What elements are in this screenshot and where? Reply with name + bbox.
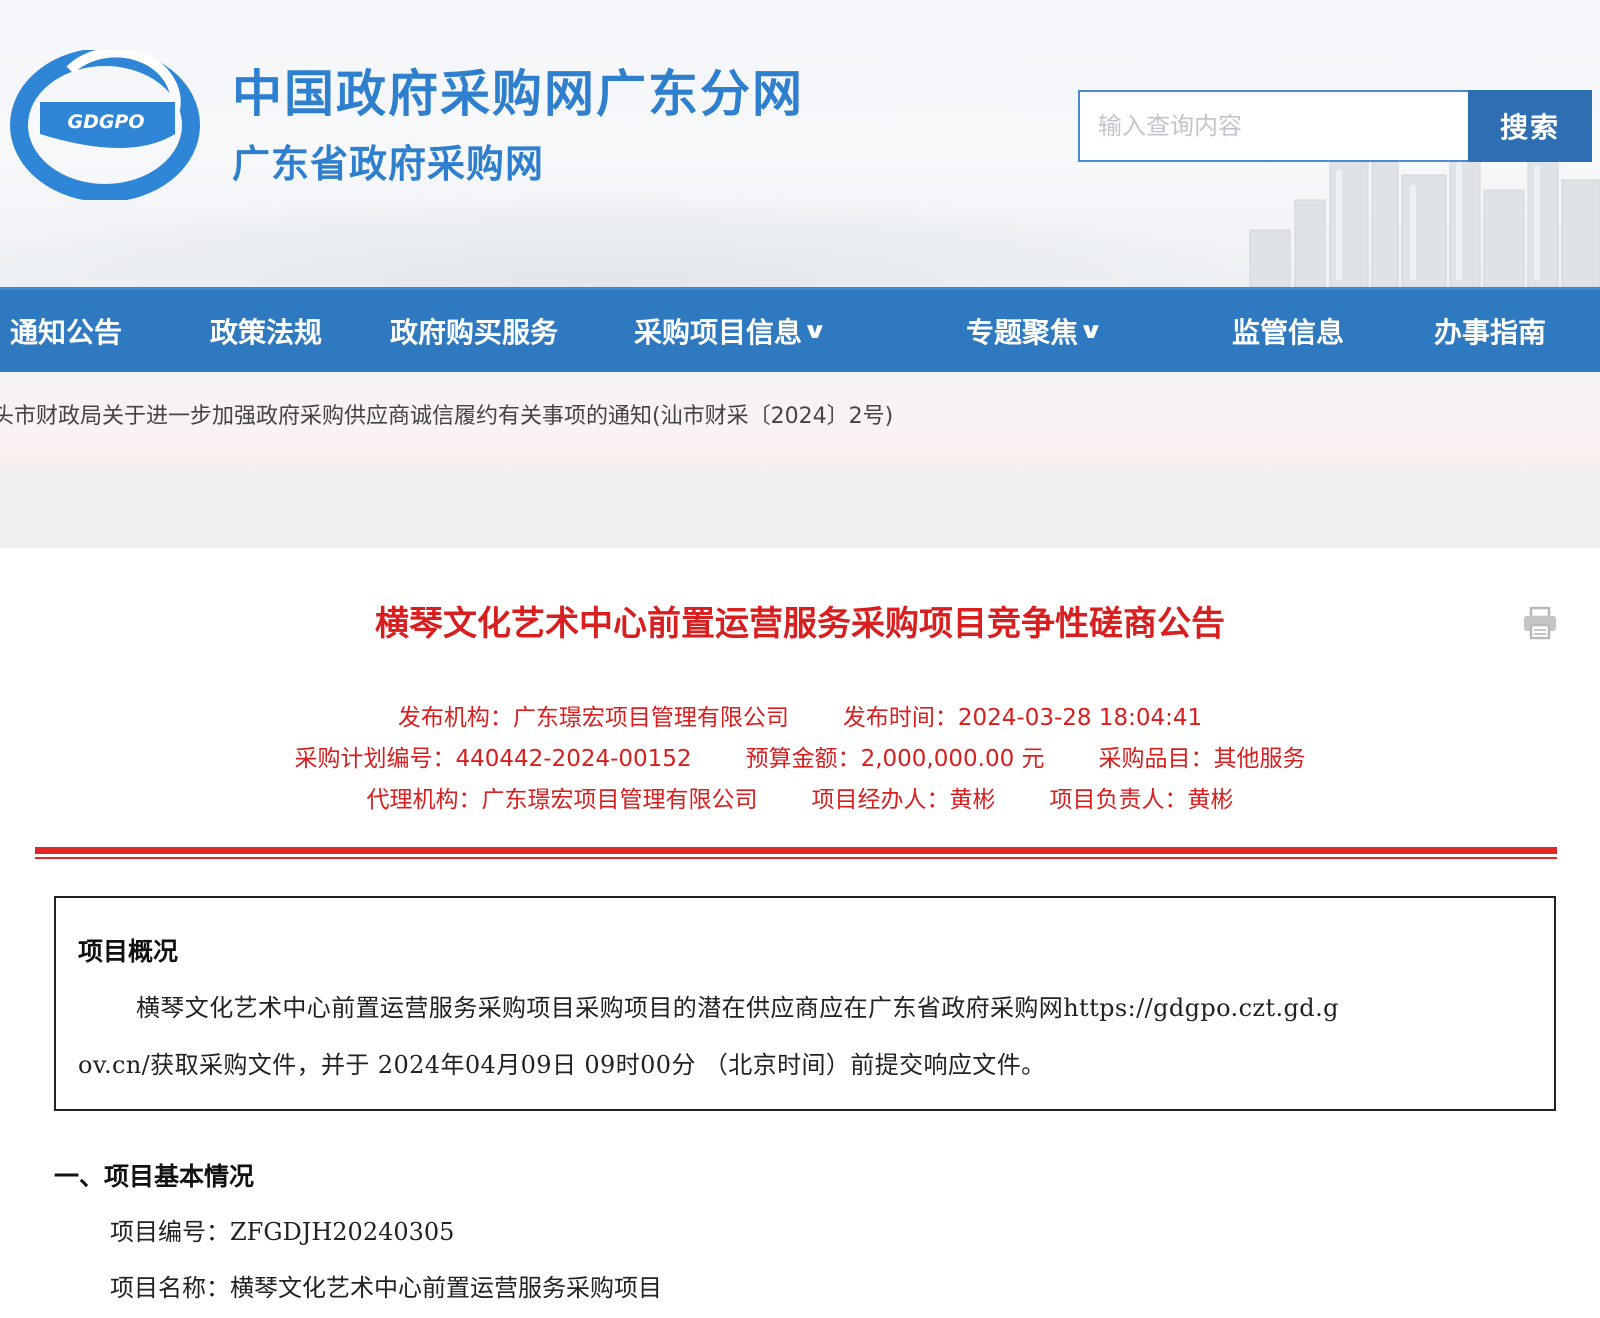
divider-band	[0, 468, 1600, 548]
meta-row-3: 代理机构：广东璟宏项目管理有限公司 项目经办人：黄彬 项目负责人：黄彬	[0, 784, 1600, 816]
article-title: 横琴文化艺术中心前置运营服务采购项目竞争性磋商公告	[375, 604, 1225, 644]
red-divider-thick	[35, 847, 1557, 854]
chevron-down-icon: ∨	[802, 318, 828, 344]
overview-text-line-2: ov.cn/获取采购文件，并于 2024年04月09日 09时00分 （北京时间…	[78, 1051, 1046, 1079]
nav-item-gov-services[interactable]: 政府购买服务	[390, 290, 558, 372]
publish-time-value: 2024-03-28 18:04:41	[957, 705, 1203, 731]
news-ticker: 头市财政局关于进一步加强政府采购供应商诚信履约有关事项的通知(汕市财采〔2024…	[0, 372, 1600, 468]
section-title-basic-info: 一、项目基本情况	[54, 1162, 255, 1191]
project-overview-box: 项目概况 横琴文化艺术中心前置运营服务采购项目采购项目的潜在供应商应在广东省政府…	[54, 896, 1556, 1111]
agency-value: 广东璟宏项目管理有限公司	[481, 787, 758, 813]
nav-item-label: 专题聚焦	[966, 316, 1079, 349]
red-divider-thin	[35, 857, 1557, 859]
meta-row-2: 采购计划编号：440442-2024-00152 预算金额：2,000,000.0…	[0, 743, 1600, 775]
nav-item-label: 采购项目信息	[634, 316, 803, 349]
overview-text-line-1: 横琴文化艺术中心前置运营服务采购项目采购项目的潜在供应商应在广东省政府采购网ht…	[136, 994, 1339, 1022]
meta-row-1: 发布机构：广东璟宏项目管理有限公司 发布时间：2024-03-28 18:04:4…	[0, 702, 1600, 734]
nav-item-guide[interactable]: 办事指南	[1434, 290, 1546, 372]
main-nav: 通知公告 政策法规 政府购买服务 采购项目信息 ∨ 专题聚焦 ∨ 监管信息 办事…	[0, 287, 1600, 372]
nav-item-notices[interactable]: 通知公告	[10, 290, 122, 372]
plan-no-label: 采购计划编号：	[294, 746, 456, 772]
nav-item-procurement-info[interactable]: 采购项目信息 ∨	[634, 290, 828, 372]
budget-label: 预算金额：	[745, 746, 861, 772]
nav-item-label: 监管信息	[1232, 316, 1345, 349]
publish-time-label: 发布时间：	[842, 705, 958, 731]
search-button[interactable]: 搜索	[1468, 90, 1592, 162]
svg-text:GDGPO: GDGPO	[67, 111, 144, 133]
publisher-label: 发布机构：	[397, 705, 513, 731]
decorative-hill	[0, 195, 1300, 287]
handler-label: 项目经办人：	[811, 787, 950, 813]
project-name: 项目名称：横琴文化艺术中心前置运营服务采购项目	[110, 1274, 662, 1302]
budget-value: 2,000,000.00 元	[860, 746, 1045, 772]
site-header: GDGPO 中国政府采购网广东分网 广东省政府采购网 搜索	[0, 0, 1600, 287]
plan-no-value: 440442-2024-00152	[455, 746, 692, 772]
ticker-link[interactable]: 头市财政局关于进一步加强政府采购供应商诚信履约有关事项的通知(汕市财采〔2024…	[0, 402, 893, 432]
project-number: 项目编号：ZFGDJH20240305	[110, 1218, 455, 1246]
print-icon[interactable]	[1522, 606, 1558, 640]
agency-label: 代理机构：	[366, 787, 482, 813]
site-title: 中国政府采购网广东分网	[232, 65, 804, 123]
category-value: 其他服务	[1213, 746, 1306, 772]
nav-item-label: 通知公告	[10, 316, 123, 349]
handler-value: 黄彬	[949, 787, 996, 813]
category-label: 采购品目：	[1098, 746, 1214, 772]
nav-item-label: 办事指南	[1434, 316, 1547, 349]
manager-label: 项目负责人：	[1049, 787, 1188, 813]
gdgpo-logo: GDGPO	[10, 50, 200, 200]
chevron-down-icon: ∨	[1078, 318, 1104, 344]
nav-item-special-topics[interactable]: 专题聚焦 ∨	[966, 290, 1104, 372]
site-subtitle: 广东省政府采购网	[232, 142, 545, 186]
search-input[interactable]	[1078, 90, 1470, 162]
nav-item-policies[interactable]: 政策法规	[210, 290, 322, 372]
nav-item-label: 政策法规	[210, 316, 323, 349]
publisher-value: 广东璟宏项目管理有限公司	[512, 705, 789, 731]
overview-title: 项目概况	[78, 937, 179, 966]
manager-value: 黄彬	[1187, 787, 1234, 813]
nav-item-label: 政府购买服务	[390, 316, 559, 349]
nav-item-supervision[interactable]: 监管信息	[1232, 290, 1344, 372]
